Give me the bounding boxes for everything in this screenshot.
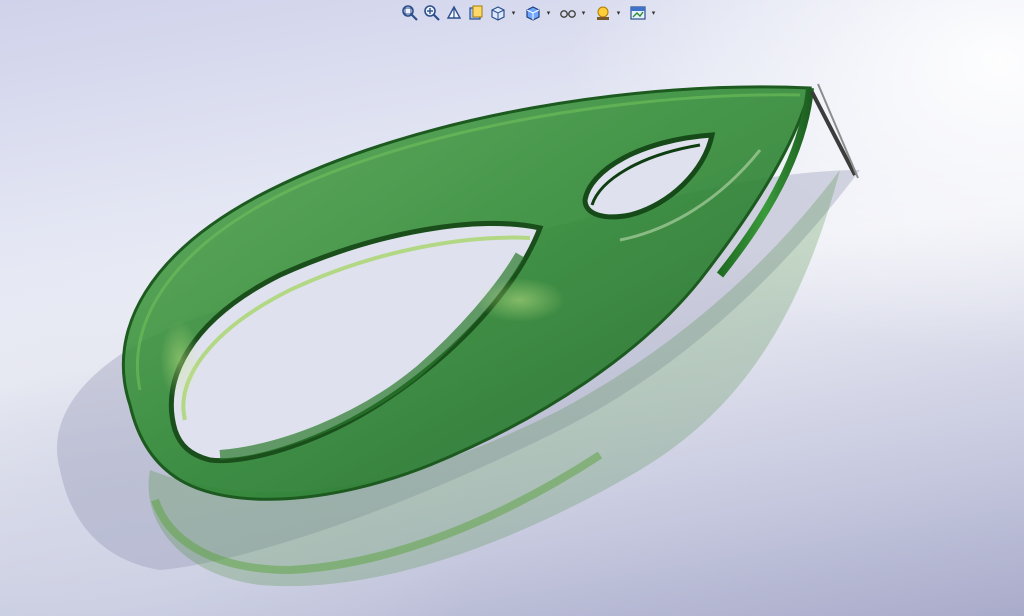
- view-orientation-icon[interactable]: [488, 3, 508, 23]
- display-style-icon[interactable]: [523, 3, 543, 23]
- edit-appearance-dropdown[interactable]: ▾: [615, 3, 622, 23]
- previous-view-icon[interactable]: [444, 3, 464, 23]
- section-view-icon[interactable]: [466, 3, 486, 23]
- zoom-to-fit-icon[interactable]: [400, 3, 420, 23]
- apply-scene-icon[interactable]: [628, 3, 648, 23]
- graphics-area[interactable]: ▾ ▾ ▾ ▾ ▾: [0, 0, 1024, 616]
- 3d-model-view[interactable]: [0, 0, 1024, 616]
- apply-scene-dropdown[interactable]: ▾: [650, 3, 657, 23]
- hide-show-items-icon[interactable]: [558, 3, 578, 23]
- zoom-to-area-icon[interactable]: [422, 3, 442, 23]
- heads-up-view-toolbar: ▾ ▾ ▾ ▾ ▾: [400, 2, 661, 24]
- display-style-dropdown[interactable]: ▾: [545, 3, 552, 23]
- edit-appearance-icon[interactable]: [593, 3, 613, 23]
- view-orientation-dropdown[interactable]: ▾: [510, 3, 517, 23]
- hide-show-items-dropdown[interactable]: ▾: [580, 3, 587, 23]
